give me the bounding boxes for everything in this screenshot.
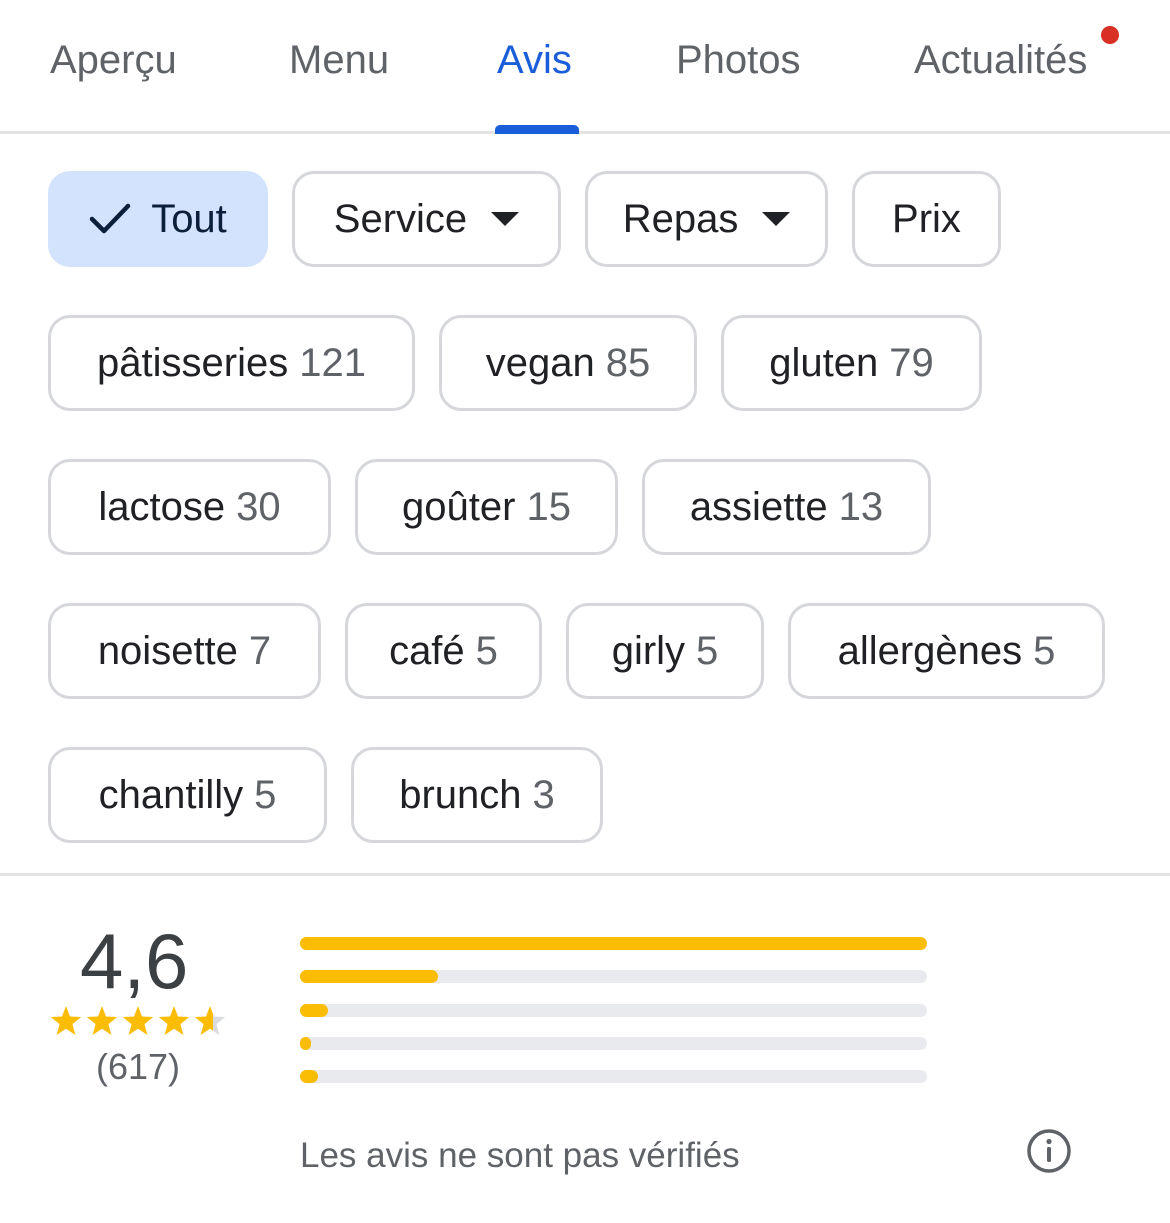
rating-bar-fill <box>300 1004 329 1017</box>
topic-count: 5 <box>475 628 498 673</box>
tab-menu[interactable]: Menu <box>289 38 389 83</box>
topic-label: chantilly <box>98 772 244 817</box>
rating-bar-fill <box>300 1037 312 1050</box>
topic-count: 121 <box>299 340 366 385</box>
topic-count: 5 <box>1033 628 1056 673</box>
filter-chip-label: Prix <box>892 196 961 241</box>
rating-bar-3[interactable] <box>300 1004 927 1017</box>
topic-chip[interactable]: chantilly 5 <box>48 747 327 843</box>
topic-chip[interactable]: noisette 7 <box>48 603 321 699</box>
topic-count: 5 <box>696 628 719 673</box>
star-icon <box>194 1006 226 1035</box>
topic-chip[interactable]: pâtisseries 121 <box>48 315 415 411</box>
topic-chip[interactable]: goûter 15 <box>355 459 618 555</box>
active-tab-indicator <box>495 125 579 134</box>
topic-chip[interactable]: girly 5 <box>566 603 764 699</box>
tab-apercu[interactable]: Aperçu <box>50 38 177 83</box>
topic-chip[interactable]: allergènes 5 <box>788 603 1105 699</box>
rating-bar-5[interactable] <box>300 937 927 950</box>
rating-bar-4[interactable] <box>300 970 927 983</box>
topic-label: café <box>389 628 465 673</box>
star-icon <box>158 1006 190 1035</box>
topic-label: goûter <box>402 484 516 529</box>
topic-count: 30 <box>236 484 281 529</box>
topic-label: pâtisseries <box>97 340 289 385</box>
tab-actualites[interactable]: Actualités <box>914 38 1087 83</box>
review-count: (617) <box>96 1046 181 1087</box>
topic-chip[interactable]: assiette 13 <box>642 459 931 555</box>
filter-chip-label: Repas <box>622 196 739 241</box>
rating-bar-1[interactable] <box>300 1070 927 1083</box>
star-rating <box>50 1006 226 1035</box>
caret-down-icon <box>762 212 791 226</box>
tab-bar: Aperçu Menu Avis Photos Actualités <box>0 0 1170 134</box>
reviews-disclaimer: Les avis ne sont pas vérifiés <box>300 1136 740 1175</box>
filter-chip-service[interactable]: Service <box>292 171 561 267</box>
topic-count: 15 <box>526 484 571 529</box>
filter-chip-repas[interactable]: Repas <box>585 171 828 267</box>
info-icon[interactable] <box>1026 1128 1072 1174</box>
topic-chip[interactable]: brunch 3 <box>351 747 603 843</box>
notification-dot <box>1101 26 1119 44</box>
topic-label: assiette <box>689 484 828 529</box>
rating-bar-fill <box>300 1070 318 1083</box>
topic-label: lactose <box>98 484 226 529</box>
star-icon <box>86 1006 118 1035</box>
caret-down-icon <box>491 212 520 226</box>
topic-chip[interactable]: gluten 79 <box>721 315 982 411</box>
rating-bar-fill <box>300 937 927 950</box>
topic-label: noisette <box>97 628 238 673</box>
filter-chip-tout[interactable]: Tout <box>48 171 268 267</box>
filter-chip-label: Service <box>333 196 468 241</box>
filter-chip-label: Tout <box>151 196 227 241</box>
topic-chip[interactable]: lactose 30 <box>48 459 331 555</box>
filter-chip-prix[interactable]: Prix <box>852 171 1001 267</box>
topic-label: allergènes <box>837 628 1023 673</box>
tab-photos[interactable]: Photos <box>676 38 801 83</box>
topic-count: 3 <box>532 772 555 817</box>
topic-count: 7 <box>248 628 272 673</box>
topic-count: 5 <box>254 772 277 817</box>
average-rating: 4,6 <box>80 917 189 1005</box>
topic-chip[interactable]: café 5 <box>345 603 542 699</box>
star-icon <box>122 1006 154 1035</box>
review-filters: Tout Service Repas Prix pâtisseries 121 v… <box>0 134 1170 876</box>
topic-count: 79 <box>889 340 934 385</box>
topic-label: brunch <box>399 772 522 817</box>
topic-label: gluten <box>769 340 879 385</box>
topic-label: girly <box>611 628 686 673</box>
tab-avis[interactable]: Avis <box>497 38 572 83</box>
star-icon <box>50 1006 82 1035</box>
check-icon <box>89 202 131 236</box>
topic-count: 85 <box>605 340 651 385</box>
topic-chip[interactable]: vegan 85 <box>439 315 697 411</box>
topic-count: 13 <box>838 484 884 529</box>
rating-summary: 4,6 (617) Les avis ne sont pas vérifiés <box>0 876 1170 1220</box>
rating-bar-2[interactable] <box>300 1037 927 1050</box>
rating-bar-fill <box>300 970 438 983</box>
topic-label: vegan <box>485 340 595 385</box>
